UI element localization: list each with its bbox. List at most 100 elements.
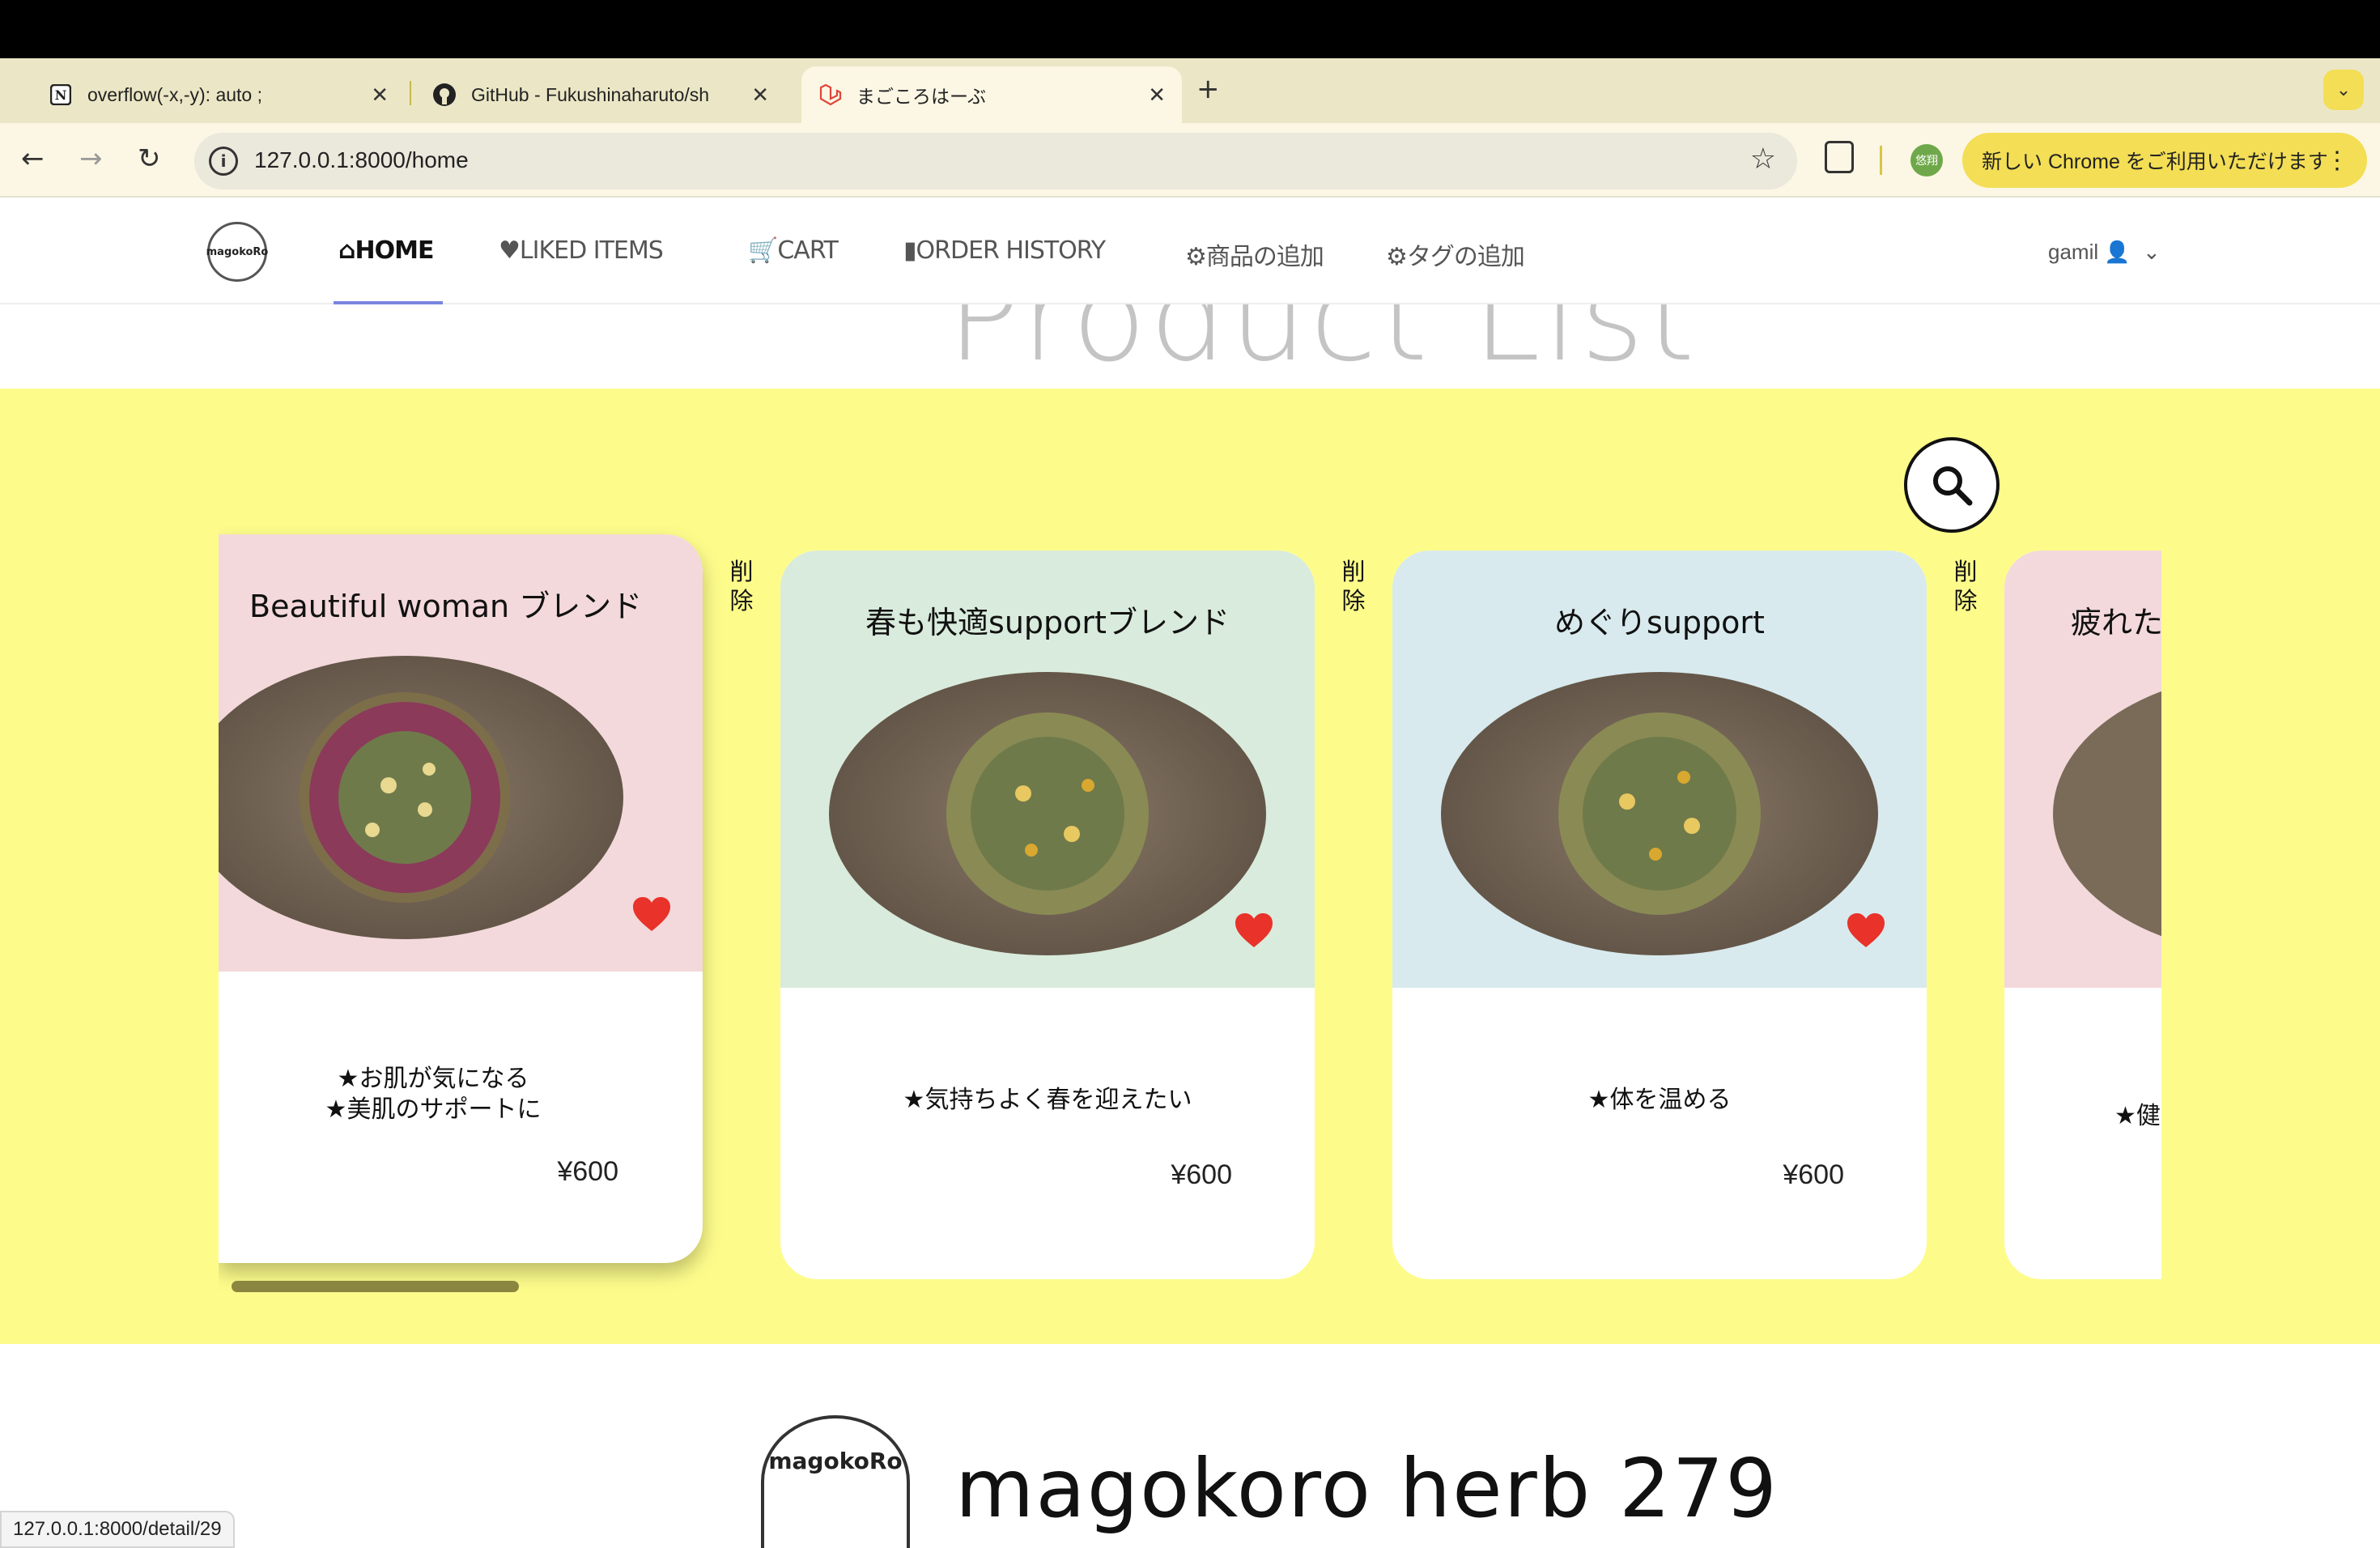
product-card[interactable]: 疲れた ★健 <box>2004 551 2161 1279</box>
product-carousel[interactable]: Beautiful woman ブレンド ★お肌が気になる ★美肌のサポートに … <box>219 526 2161 1303</box>
heart-icon: ♥ <box>499 236 521 265</box>
nav-order-history[interactable]: ▮ORDER HISTORY <box>903 236 1107 265</box>
desc-line: ★お肌が気になる <box>337 1065 529 1093</box>
delete-button[interactable]: 削除 <box>725 557 758 615</box>
chevron-down-icon: ⌄ <box>2335 79 2352 100</box>
tab-github[interactable]: GitHub - Fukushinaharuto/sh ✕ <box>416 66 785 123</box>
back-button[interactable]: ← <box>21 142 45 175</box>
nav-add-product[interactable]: ⚙商品の追加 <box>1185 236 1324 272</box>
forward-button[interactable]: → <box>79 142 103 175</box>
like-heart-icon[interactable] <box>1234 912 1274 952</box>
product-price: ¥600 <box>1171 1159 1232 1190</box>
tab-title: overflow(-x,-y): auto ; <box>87 83 262 105</box>
search-button[interactable] <box>1904 437 2000 533</box>
logo-text: magokoRo <box>206 245 269 258</box>
laravel-icon <box>818 83 842 107</box>
tab-search-dropdown[interactable]: ⌄ <box>2323 70 2364 110</box>
product-name: 春も快適supportブレンド <box>865 605 1230 640</box>
tab-strip: N overflow(-x,-y): auto ; ✕ GitHub - Fuk… <box>0 58 2380 123</box>
product-name: Beautiful woman ブレンド <box>249 589 643 624</box>
chrome-update-label: 新しい Chrome をご利用いただけます <box>1982 151 2328 173</box>
footer-title: magokoro herb 279 <box>955 1441 1779 1536</box>
nav-liked-items[interactable]: ♥LIKED ITEMS <box>499 236 664 265</box>
close-icon[interactable]: ✕ <box>371 83 389 108</box>
cart-icon: 🛒 <box>748 236 778 265</box>
product-description: ★お肌が気になる ★美肌のサポートに <box>219 1064 648 1125</box>
user-name: gamil <box>2048 240 2099 264</box>
site-logo[interactable]: magokoRo <box>206 222 269 282</box>
desc-line: ★気持ちよく春を迎えたい <box>903 1086 1192 1114</box>
desc-line: ★体を温める <box>1587 1086 1732 1114</box>
product-description: ★気持ちよく春を迎えたい <box>780 1085 1315 1116</box>
footer: magokoRo magokoro herb 279 <box>0 1344 2380 1548</box>
extensions-icon[interactable] <box>1825 141 1854 173</box>
gear-icon: ⚙ <box>1185 243 1207 271</box>
tab-notion[interactable]: N overflow(-x,-y): auto ; ✕ <box>32 66 405 123</box>
nav-liked-label: LIKED ITEMS <box>519 236 664 265</box>
tab-title: まごころはーぶ <box>856 86 987 107</box>
tab-title: GitHub - Fukushinaharuto/sh <box>471 83 710 105</box>
page-header: Product List <box>0 304 2380 389</box>
product-price: ¥600 <box>1783 1159 1844 1190</box>
nav-cart-label: CART <box>777 236 838 265</box>
page-title: Product List <box>947 304 1698 389</box>
close-icon[interactable]: ✕ <box>1148 83 1166 108</box>
footer-logo-text: magokoRo <box>768 1448 903 1474</box>
product-card[interactable]: Beautiful woman ブレンド ★お肌が気になる ★美肌のサポートに … <box>219 534 703 1263</box>
toolbar-divider <box>1880 146 1882 175</box>
like-heart-icon[interactable] <box>1846 912 1886 952</box>
desc-line: ★健 <box>2114 1102 2161 1130</box>
new-tab-button[interactable]: + <box>1196 73 1220 105</box>
product-description: ★体を温める <box>1392 1085 1927 1116</box>
delete-label: 削除 <box>1953 558 1978 615</box>
home-icon: ⌂ <box>338 236 356 265</box>
product-price: ¥600 <box>557 1156 618 1187</box>
product-description: ★健 <box>2114 1101 2161 1132</box>
user-menu[interactable]: gamil 👤 ⌄ <box>2048 240 2161 265</box>
site-nav: magokoRo ⌂HOME ♥LIKED ITEMS 🛒CART ▮ORDER… <box>0 198 2380 304</box>
delete-label: 削除 <box>729 558 754 615</box>
nav-order-label: ORDER HISTORY <box>916 236 1107 265</box>
github-icon <box>432 83 457 107</box>
footer-logo: magokoRo <box>761 1415 910 1548</box>
reload-button[interactable]: ↻ <box>138 142 161 175</box>
nav-add-tag-label: タグの追加 <box>1406 243 1525 271</box>
gear-icon: ⚙ <box>1386 243 1408 271</box>
address-bar-row: ← → ↻ i 127.0.0.1:8000/home ☆ 悠翔 新しい Chr… <box>0 123 2380 198</box>
user-icon: 👤 <box>2104 240 2131 264</box>
more-menu-icon[interactable]: ⋮ <box>2325 147 2349 175</box>
product-image[interactable] <box>1441 672 1878 955</box>
product-card[interactable]: 春も快適supportブレンド ★気持ちよく春を迎えたい ¥600 <box>780 551 1315 1279</box>
product-name: 疲れた <box>2071 605 2161 640</box>
close-icon[interactable]: ✕ <box>751 83 769 108</box>
delete-button[interactable]: 削除 <box>1337 557 1370 615</box>
nav-add-product-label: 商品の追加 <box>1205 243 1324 271</box>
bookmark-star-icon[interactable]: ☆ <box>1750 142 1776 176</box>
notion-icon: N <box>49 83 73 107</box>
omnibox[interactable]: i 127.0.0.1:8000/home ☆ <box>194 133 1797 189</box>
tab-magokoro[interactable]: まごころはーぶ ✕ <box>801 66 1182 123</box>
search-icon <box>1933 466 1973 506</box>
tab-divider <box>410 81 411 105</box>
nav-add-tag[interactable]: ⚙タグの追加 <box>1386 236 1525 272</box>
nav-home[interactable]: ⌂HOME <box>338 236 434 265</box>
svg-text:N: N <box>55 87 67 103</box>
delete-label: 削除 <box>1341 558 1366 615</box>
nav-cart[interactable]: 🛒CART <box>748 236 839 265</box>
nav-home-label: HOME <box>355 236 434 265</box>
profile-avatar[interactable]: 悠翔 <box>1910 144 1943 176</box>
status-bar-url: 127.0.0.1:8000/detail/29 <box>0 1511 235 1548</box>
delete-button[interactable]: 削除 <box>1949 557 1982 615</box>
chrome-update-button[interactable]: 新しい Chrome をご利用いただけます ⋮ <box>1962 133 2367 188</box>
file-icon: ▮ <box>903 236 916 265</box>
carousel-scrollbar[interactable] <box>232 1281 519 1292</box>
site-info-icon[interactable]: i <box>209 147 238 176</box>
product-name: めぐりsupport <box>1554 605 1765 640</box>
os-top-bar <box>0 0 2380 58</box>
desc-line: ★美肌のサポートに <box>325 1095 542 1124</box>
like-heart-icon[interactable] <box>631 895 672 936</box>
product-image[interactable] <box>829 672 1266 955</box>
product-card[interactable]: めぐりsupport ★体を温める ¥600 <box>1392 551 1927 1279</box>
url-text: 127.0.0.1:8000/home <box>254 147 469 172</box>
chevron-down-icon: ⌄ <box>2142 240 2161 264</box>
